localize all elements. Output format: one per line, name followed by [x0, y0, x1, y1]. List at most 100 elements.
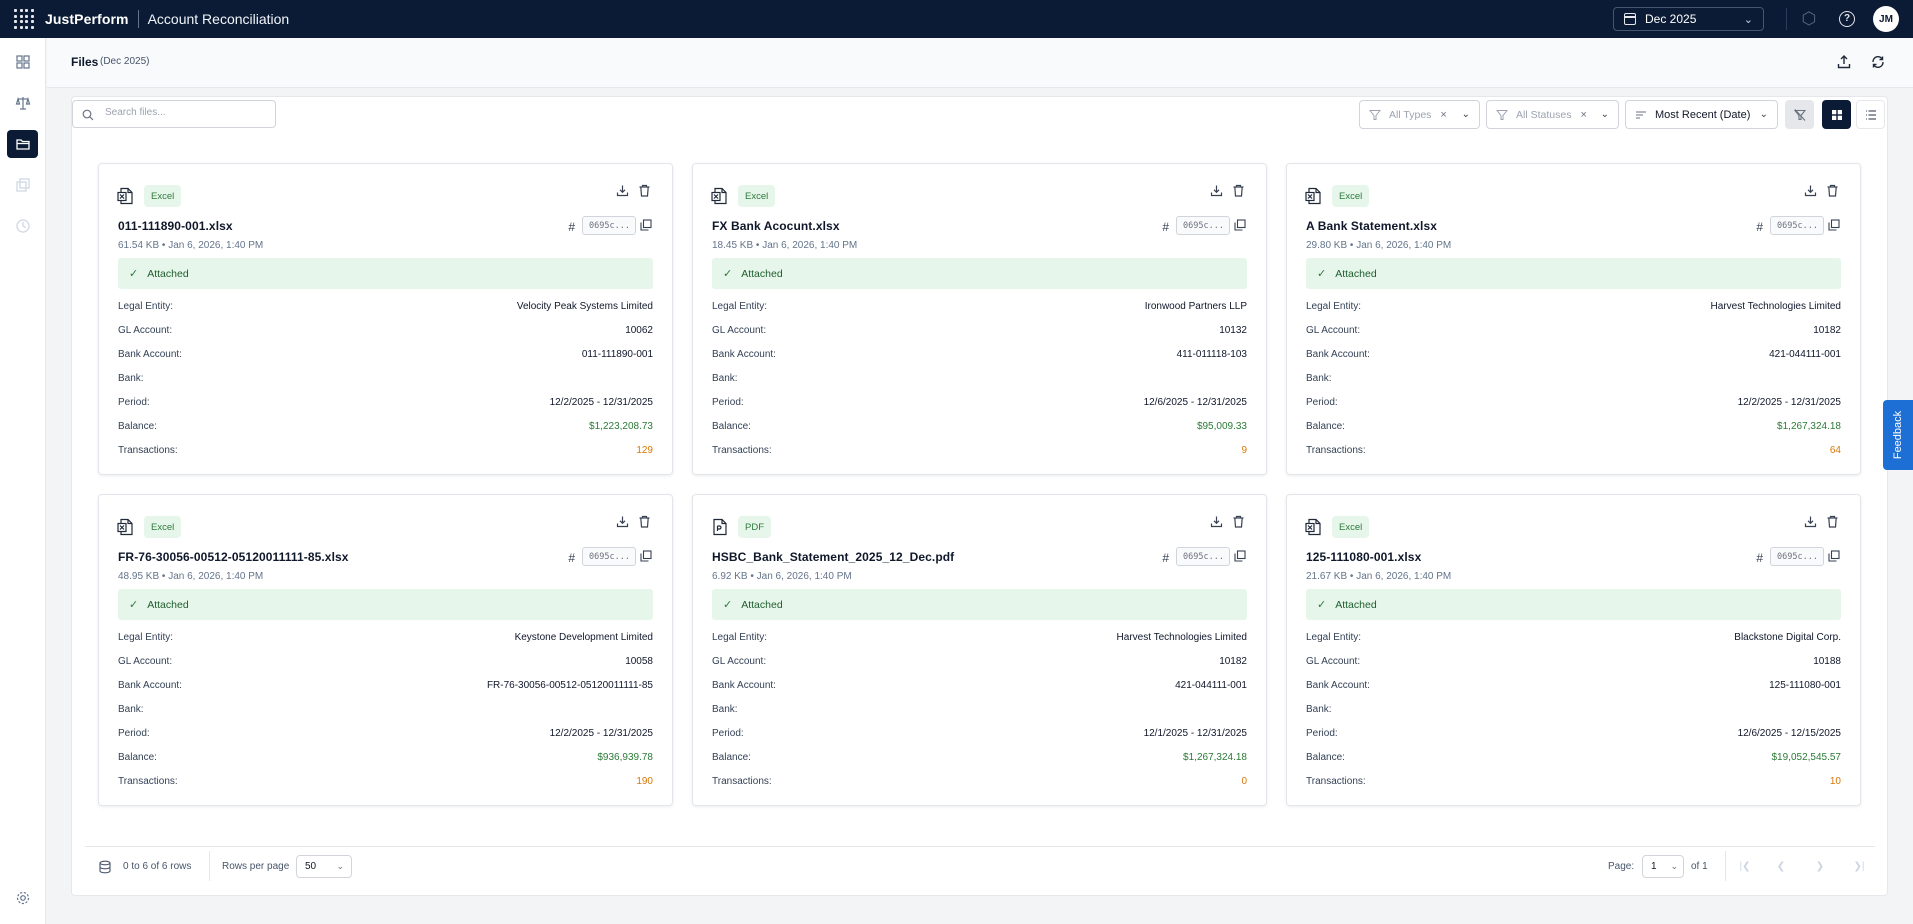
- detail-row-period: Period: 12/2/2025 - 12/31/2025: [1306, 397, 1841, 411]
- download-button[interactable]: [1804, 184, 1820, 200]
- detail-value: Velocity Peak Systems Limited: [516, 301, 653, 312]
- delete-button[interactable]: [638, 184, 654, 200]
- detail-label: Period:: [1306, 728, 1338, 739]
- file-name[interactable]: 125-111080-001.xlsx: [1306, 550, 1421, 564]
- file-name[interactable]: HSBC_Bank_Statement_2025_12_Dec.pdf: [712, 550, 954, 564]
- file-name[interactable]: FX Bank Acocunt.xlsx: [712, 219, 840, 233]
- last-page-button[interactable]: ❯|: [1849, 857, 1869, 877]
- file-meta: 61.54 KB • Jan 6, 2026, 1:40 PM: [118, 240, 264, 251]
- delete-button[interactable]: [1826, 184, 1842, 200]
- file-name[interactable]: FR-76-30056-00512-05120011111-85.xlsx: [118, 550, 349, 564]
- detail-row-bank-account: Bank Account: 411-011118-103: [712, 349, 1247, 363]
- sort-select[interactable]: Most Recent (Date) ⌄: [1625, 100, 1778, 129]
- delete-button[interactable]: [638, 515, 654, 531]
- copy-icon[interactable]: [1234, 550, 1246, 562]
- sidebar-item-dashboard[interactable]: [7, 48, 38, 76]
- detail-label: Legal Entity:: [712, 301, 768, 312]
- trash-icon: [1827, 184, 1838, 197]
- search-box: [72, 100, 276, 128]
- file-meta: 48.95 KB • Jan 6, 2026, 1:40 PM: [118, 571, 264, 582]
- detail-value: 011-111890-001: [581, 349, 653, 360]
- dashboard-icon: [15, 55, 30, 69]
- download-button[interactable]: [616, 184, 632, 200]
- hash-label: #: [568, 551, 575, 565]
- copy-icon[interactable]: [1234, 219, 1246, 231]
- help-icon[interactable]: ?: [1839, 11, 1855, 27]
- sidebar-item-copies[interactable]: [7, 171, 38, 199]
- file-card[interactable]: Excel A Bank Statement.xlsx # 0695c... 2…: [1286, 163, 1861, 475]
- copy-icon[interactable]: [640, 219, 652, 231]
- sidebar-item-files[interactable]: [7, 130, 38, 158]
- clear-icon[interactable]: ×: [1440, 109, 1446, 121]
- next-page-button[interactable]: ❯: [1810, 857, 1830, 877]
- clear-icon[interactable]: ×: [1580, 109, 1586, 121]
- detail-label: Period:: [712, 728, 744, 739]
- detail-label: Transactions:: [118, 445, 178, 456]
- sidebar-item-settings[interactable]: [7, 884, 38, 912]
- file-type-badge: Excel: [1332, 516, 1370, 538]
- brand-name: JustPerform: [45, 11, 129, 27]
- avatar[interactable]: JM: [1873, 6, 1899, 32]
- detail-value: 10: [1829, 776, 1841, 787]
- type-filter[interactable]: All Types × ⌄: [1359, 100, 1480, 129]
- page-select[interactable]: 1 ⌄: [1642, 855, 1684, 878]
- file-card[interactable]: Excel FR-76-30056-00512-05120011111-85.x…: [98, 494, 673, 806]
- sidebar-item-reconciliation[interactable]: [7, 89, 38, 117]
- download-button[interactable]: [1210, 184, 1226, 200]
- delete-button[interactable]: [1232, 184, 1248, 200]
- first-page-button[interactable]: |❮: [1735, 857, 1755, 877]
- status-filter-value: All Statuses: [1516, 108, 1572, 121]
- file-name[interactable]: 011-111890-001.xlsx: [118, 219, 233, 233]
- detail-value: FR-76-30056-00512-05120011111-85: [486, 680, 653, 691]
- delete-button[interactable]: [1826, 515, 1842, 531]
- scale-icon: [15, 96, 30, 110]
- download-button[interactable]: [1804, 515, 1820, 531]
- copy-icon[interactable]: [1828, 550, 1840, 562]
- download-button[interactable]: [616, 515, 632, 531]
- refresh-button[interactable]: [1868, 52, 1888, 72]
- footer-divider: [209, 851, 210, 881]
- copy-icon[interactable]: [640, 550, 652, 562]
- sidebar-item-history[interactable]: [7, 212, 38, 240]
- detail-value: 10188: [1813, 656, 1841, 667]
- list-view-button[interactable]: [1856, 100, 1885, 129]
- rows-per-page-select[interactable]: 50 ⌄: [296, 855, 352, 878]
- grid-view-icon: [1831, 109, 1842, 120]
- upload-button[interactable]: [1834, 52, 1854, 72]
- detail-row-transactions: Transactions: 10: [1306, 776, 1841, 790]
- detail-row-transactions: Transactions: 9: [712, 445, 1247, 459]
- rows-per-page-label: Rows per page: [222, 861, 290, 872]
- copy-icon[interactable]: [1828, 219, 1840, 231]
- detail-row-period: Period: 12/1/2025 - 12/31/2025: [712, 728, 1247, 742]
- file-card[interactable]: Excel 125-111080-001.xlsx # 0695c... 21.…: [1286, 494, 1861, 806]
- feedback-tab[interactable]: Feedback: [1883, 400, 1913, 470]
- search-input[interactable]: [105, 107, 270, 118]
- clear-filters-button[interactable]: [1785, 100, 1814, 129]
- download-button[interactable]: [1210, 515, 1226, 531]
- file-meta: 21.67 KB • Jan 6, 2026, 1:40 PM: [1306, 571, 1452, 582]
- detail-label: Transactions:: [1306, 776, 1366, 787]
- hexagon-icon[interactable]: ⬡: [1799, 9, 1819, 29]
- detail-label: Transactions:: [118, 776, 178, 787]
- previous-page-button[interactable]: ❮: [1771, 857, 1791, 877]
- file-card[interactable]: Excel 011-111890-001.xlsx # 0695c... 61.…: [98, 163, 673, 475]
- detail-row-bank-account: Bank Account: 421-044111-001: [712, 680, 1247, 694]
- delete-button[interactable]: [1232, 515, 1248, 531]
- file-card[interactable]: Excel FX Bank Acocunt.xlsx # 0695c... 18…: [692, 163, 1267, 475]
- detail-value: 421-044111-001: [1175, 680, 1247, 691]
- detail-row-balance: Balance: $1,267,324.18: [1306, 421, 1841, 435]
- status-filter[interactable]: All Statuses × ⌄: [1486, 100, 1619, 129]
- period-selector[interactable]: Dec 2025 ⌄: [1613, 7, 1764, 31]
- file-card[interactable]: PDF HSBC_Bank_Statement_2025_12_Dec.pdf …: [692, 494, 1267, 806]
- detail-value: $1,267,324.18: [1183, 752, 1247, 763]
- detail-label: Legal Entity:: [118, 632, 174, 643]
- file-name[interactable]: A Bank Statement.xlsx: [1306, 219, 1437, 233]
- detail-value: 10132: [1219, 325, 1247, 336]
- detail-value: 125-111080-001: [1769, 680, 1841, 691]
- detail-row-bank: Bank:: [712, 373, 1247, 387]
- grid-view-button[interactable]: [1822, 100, 1851, 129]
- file-hash: 0695c...: [1176, 547, 1230, 566]
- detail-label: GL Account:: [712, 325, 767, 336]
- detail-row-gl-account: GL Account: 10058: [118, 656, 653, 670]
- app-launcher-icon[interactable]: [12, 7, 36, 31]
